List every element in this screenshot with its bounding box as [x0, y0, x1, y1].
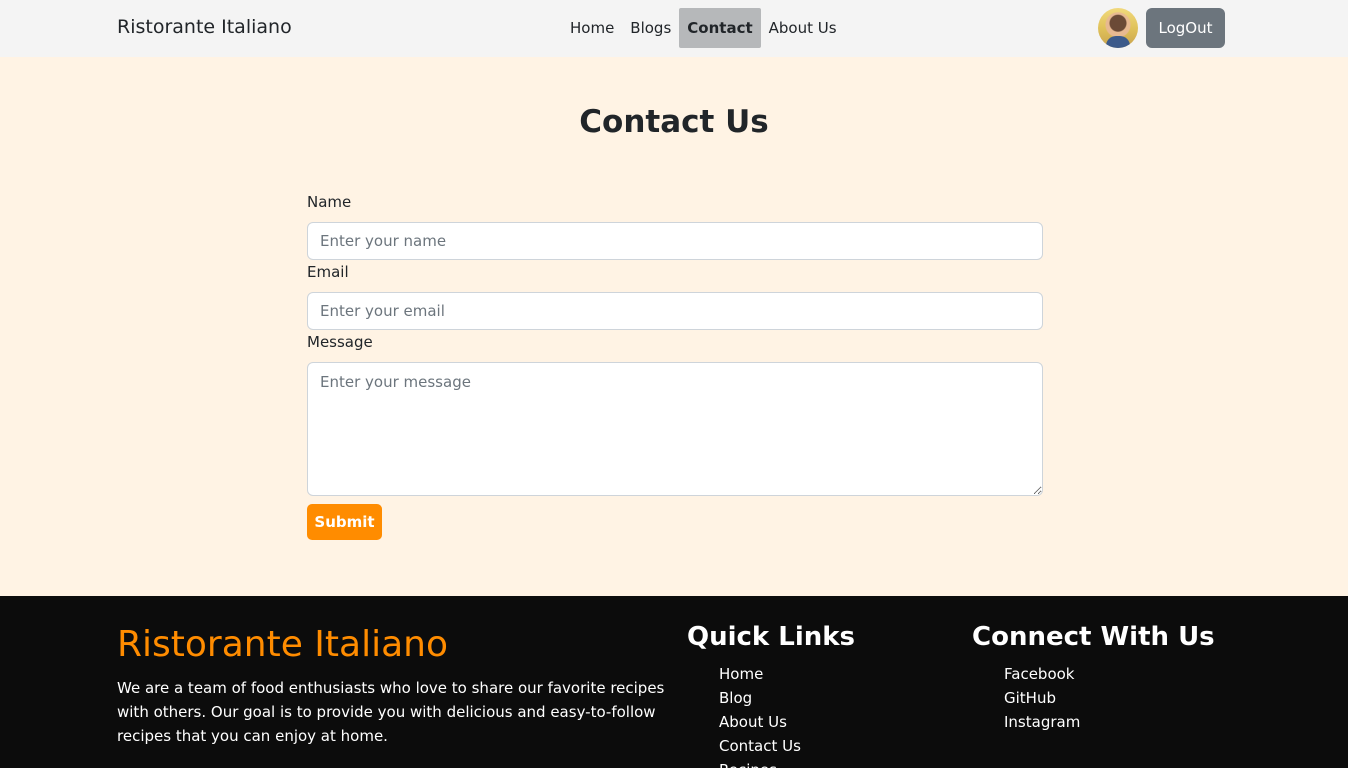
nav-link-home[interactable]: Home — [562, 8, 622, 48]
message-label: Message — [307, 333, 373, 351]
logout-button[interactable]: LogOut — [1146, 8, 1225, 48]
navbar-brand[interactable]: Ristorante Italiano — [117, 16, 292, 38]
footer-link-about-us[interactable]: About Us — [719, 710, 801, 734]
nav-link-about-us[interactable]: About Us — [761, 8, 845, 48]
connect-heading: Connect With Us — [972, 622, 1215, 652]
footer-brand: Ristorante Italiano — [117, 624, 448, 665]
footer-link-instagram[interactable]: Instagram — [1004, 710, 1080, 734]
quick-links-list: Home Blog About Us Contact Us Recipes — [719, 662, 801, 768]
footer-link-github[interactable]: GitHub — [1004, 686, 1080, 710]
footer: Ristorante Italiano We are a team of foo… — [0, 596, 1348, 768]
email-input[interactable] — [307, 292, 1043, 330]
page-title: Contact Us — [579, 104, 769, 140]
quick-links-heading: Quick Links — [687, 622, 856, 652]
footer-link-blog[interactable]: Blog — [719, 686, 801, 710]
nav-link-contact[interactable]: Contact — [679, 8, 761, 48]
footer-link-home[interactable]: Home — [719, 662, 801, 686]
connect-list: Facebook GitHub Instagram — [1004, 662, 1080, 734]
submit-button[interactable]: Submit — [307, 504, 382, 540]
name-input[interactable] — [307, 222, 1043, 260]
avatar-shirt — [1106, 36, 1130, 48]
nav-links: Home Blogs Contact About Us — [562, 8, 845, 48]
message-textarea[interactable] — [307, 362, 1043, 496]
footer-link-recipes[interactable]: Recipes — [719, 758, 801, 768]
footer-description: We are a team of food enthusiasts who lo… — [117, 679, 665, 745]
name-label: Name — [307, 193, 352, 211]
email-label: Email — [307, 263, 349, 281]
footer-link-contact-us[interactable]: Contact Us — [719, 734, 801, 758]
navbar: Ristorante Italiano Home Blogs Contact A… — [0, 0, 1348, 57]
user-avatar[interactable] — [1098, 8, 1138, 48]
nav-link-blogs[interactable]: Blogs — [622, 8, 679, 48]
footer-link-facebook[interactable]: Facebook — [1004, 662, 1080, 686]
